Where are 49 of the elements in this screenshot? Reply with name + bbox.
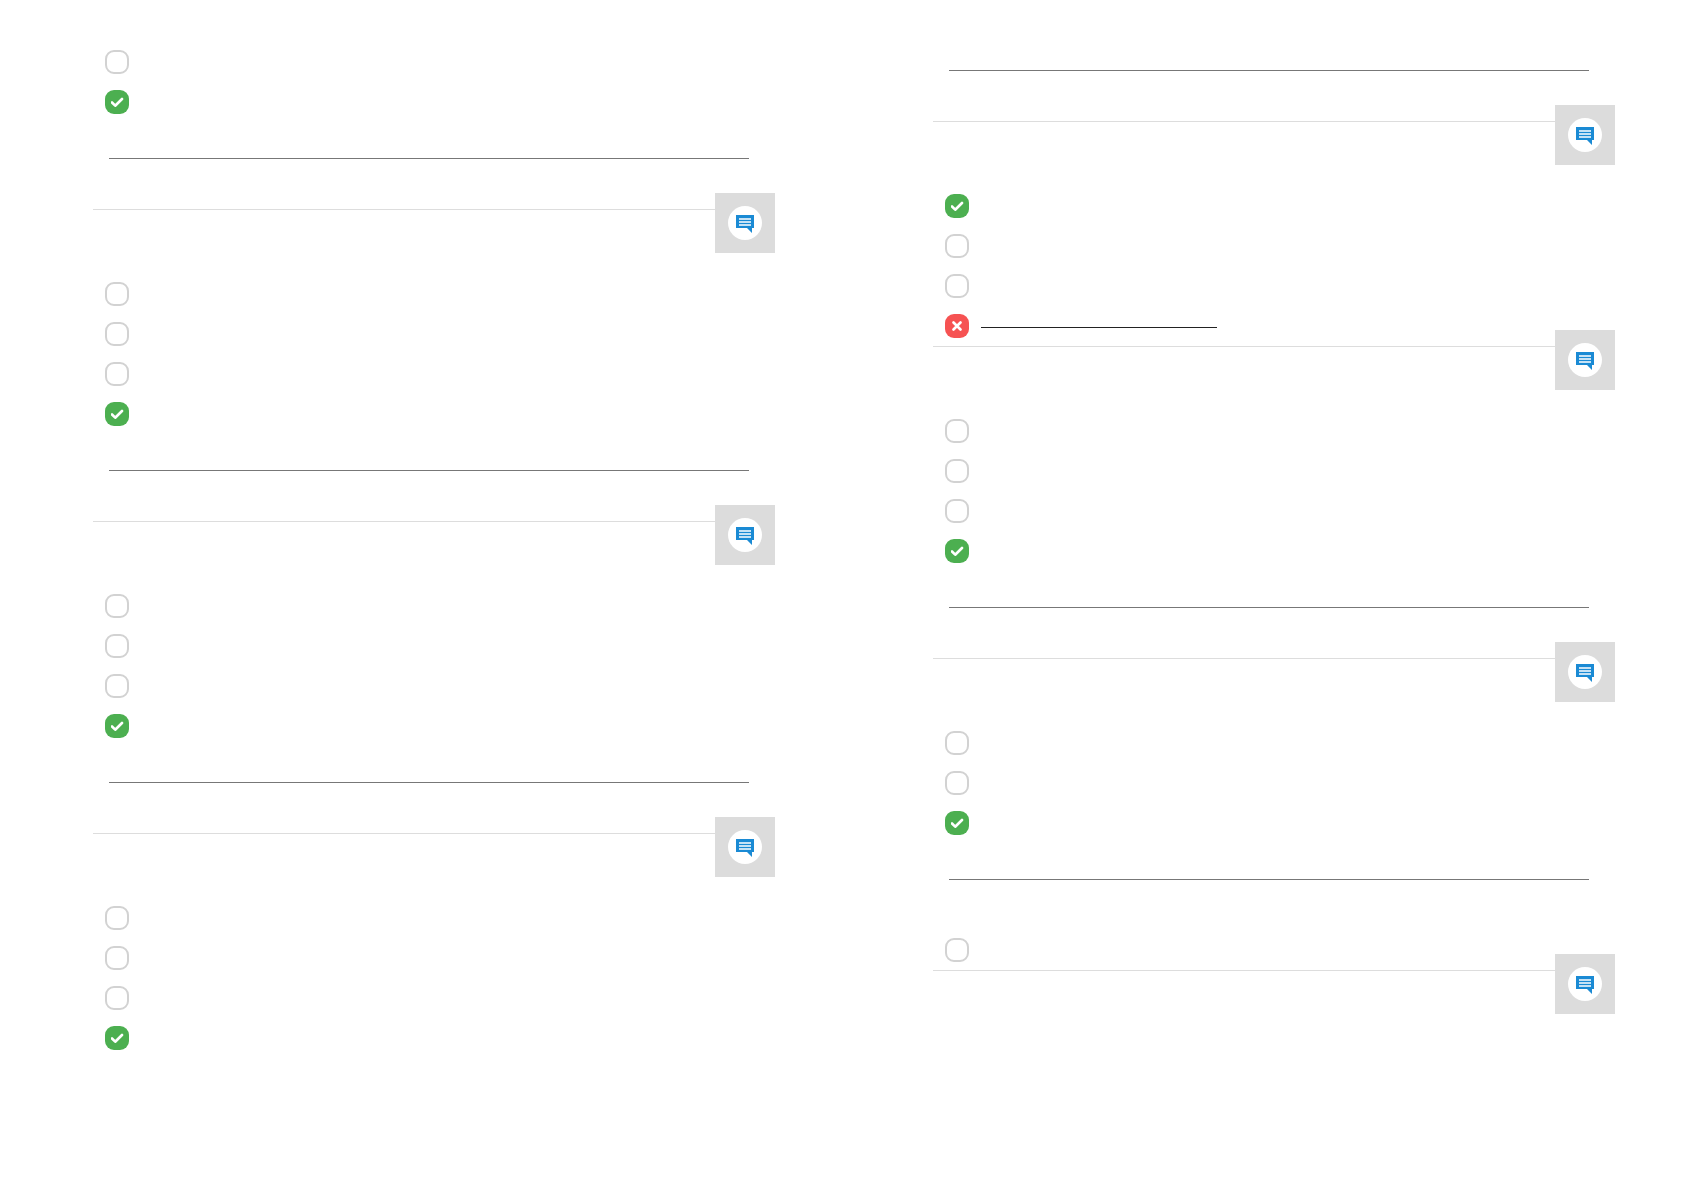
comment-button[interactable]	[715, 193, 775, 253]
checkbox[interactable]	[945, 938, 969, 962]
checkbox[interactable]	[105, 50, 129, 74]
comment-button[interactable]	[715, 817, 775, 877]
checkbox[interactable]	[945, 274, 969, 298]
checkbox[interactable]	[945, 499, 969, 523]
check-icon	[950, 545, 964, 557]
checkbox[interactable]	[105, 282, 129, 306]
checkbox[interactable]	[945, 314, 969, 338]
comment-button[interactable]	[1555, 642, 1615, 702]
checkbox[interactable]	[105, 714, 129, 738]
check-icon	[110, 408, 124, 420]
cross-icon	[950, 320, 964, 332]
checkbox[interactable]	[105, 634, 129, 658]
checkbox[interactable]	[105, 594, 129, 618]
checkbox[interactable]	[945, 459, 969, 483]
comment-button[interactable]	[715, 505, 775, 565]
checkbox[interactable]	[945, 419, 969, 443]
chat-icon	[728, 830, 762, 864]
chat-icon	[1568, 967, 1602, 1001]
checkbox[interactable]	[105, 906, 129, 930]
checkbox[interactable]	[105, 322, 129, 346]
checkbox[interactable]	[945, 731, 969, 755]
checkbox[interactable]	[105, 362, 129, 386]
checkbox[interactable]	[945, 234, 969, 258]
comment-button[interactable]	[1555, 105, 1615, 165]
check-icon	[950, 200, 964, 212]
chat-icon	[1568, 343, 1602, 377]
chat-icon	[1568, 655, 1602, 689]
comment-button[interactable]	[1555, 954, 1615, 1014]
fill-in-line[interactable]	[981, 326, 1217, 328]
checkbox[interactable]	[945, 771, 969, 795]
checkbox[interactable]	[945, 194, 969, 218]
checkbox[interactable]	[105, 674, 129, 698]
check-icon	[110, 1032, 124, 1044]
checkbox[interactable]	[945, 539, 969, 563]
check-icon	[950, 817, 964, 829]
checkbox[interactable]	[105, 90, 129, 114]
checkbox[interactable]	[105, 986, 129, 1010]
checkbox[interactable]	[105, 946, 129, 970]
chat-icon	[728, 518, 762, 552]
checkbox[interactable]	[105, 1026, 129, 1050]
check-icon	[110, 720, 124, 732]
checkbox[interactable]	[105, 402, 129, 426]
check-icon	[110, 96, 124, 108]
chat-icon	[1568, 118, 1602, 152]
comment-button[interactable]	[1555, 330, 1615, 390]
checkbox[interactable]	[945, 811, 969, 835]
chat-icon	[728, 206, 762, 240]
